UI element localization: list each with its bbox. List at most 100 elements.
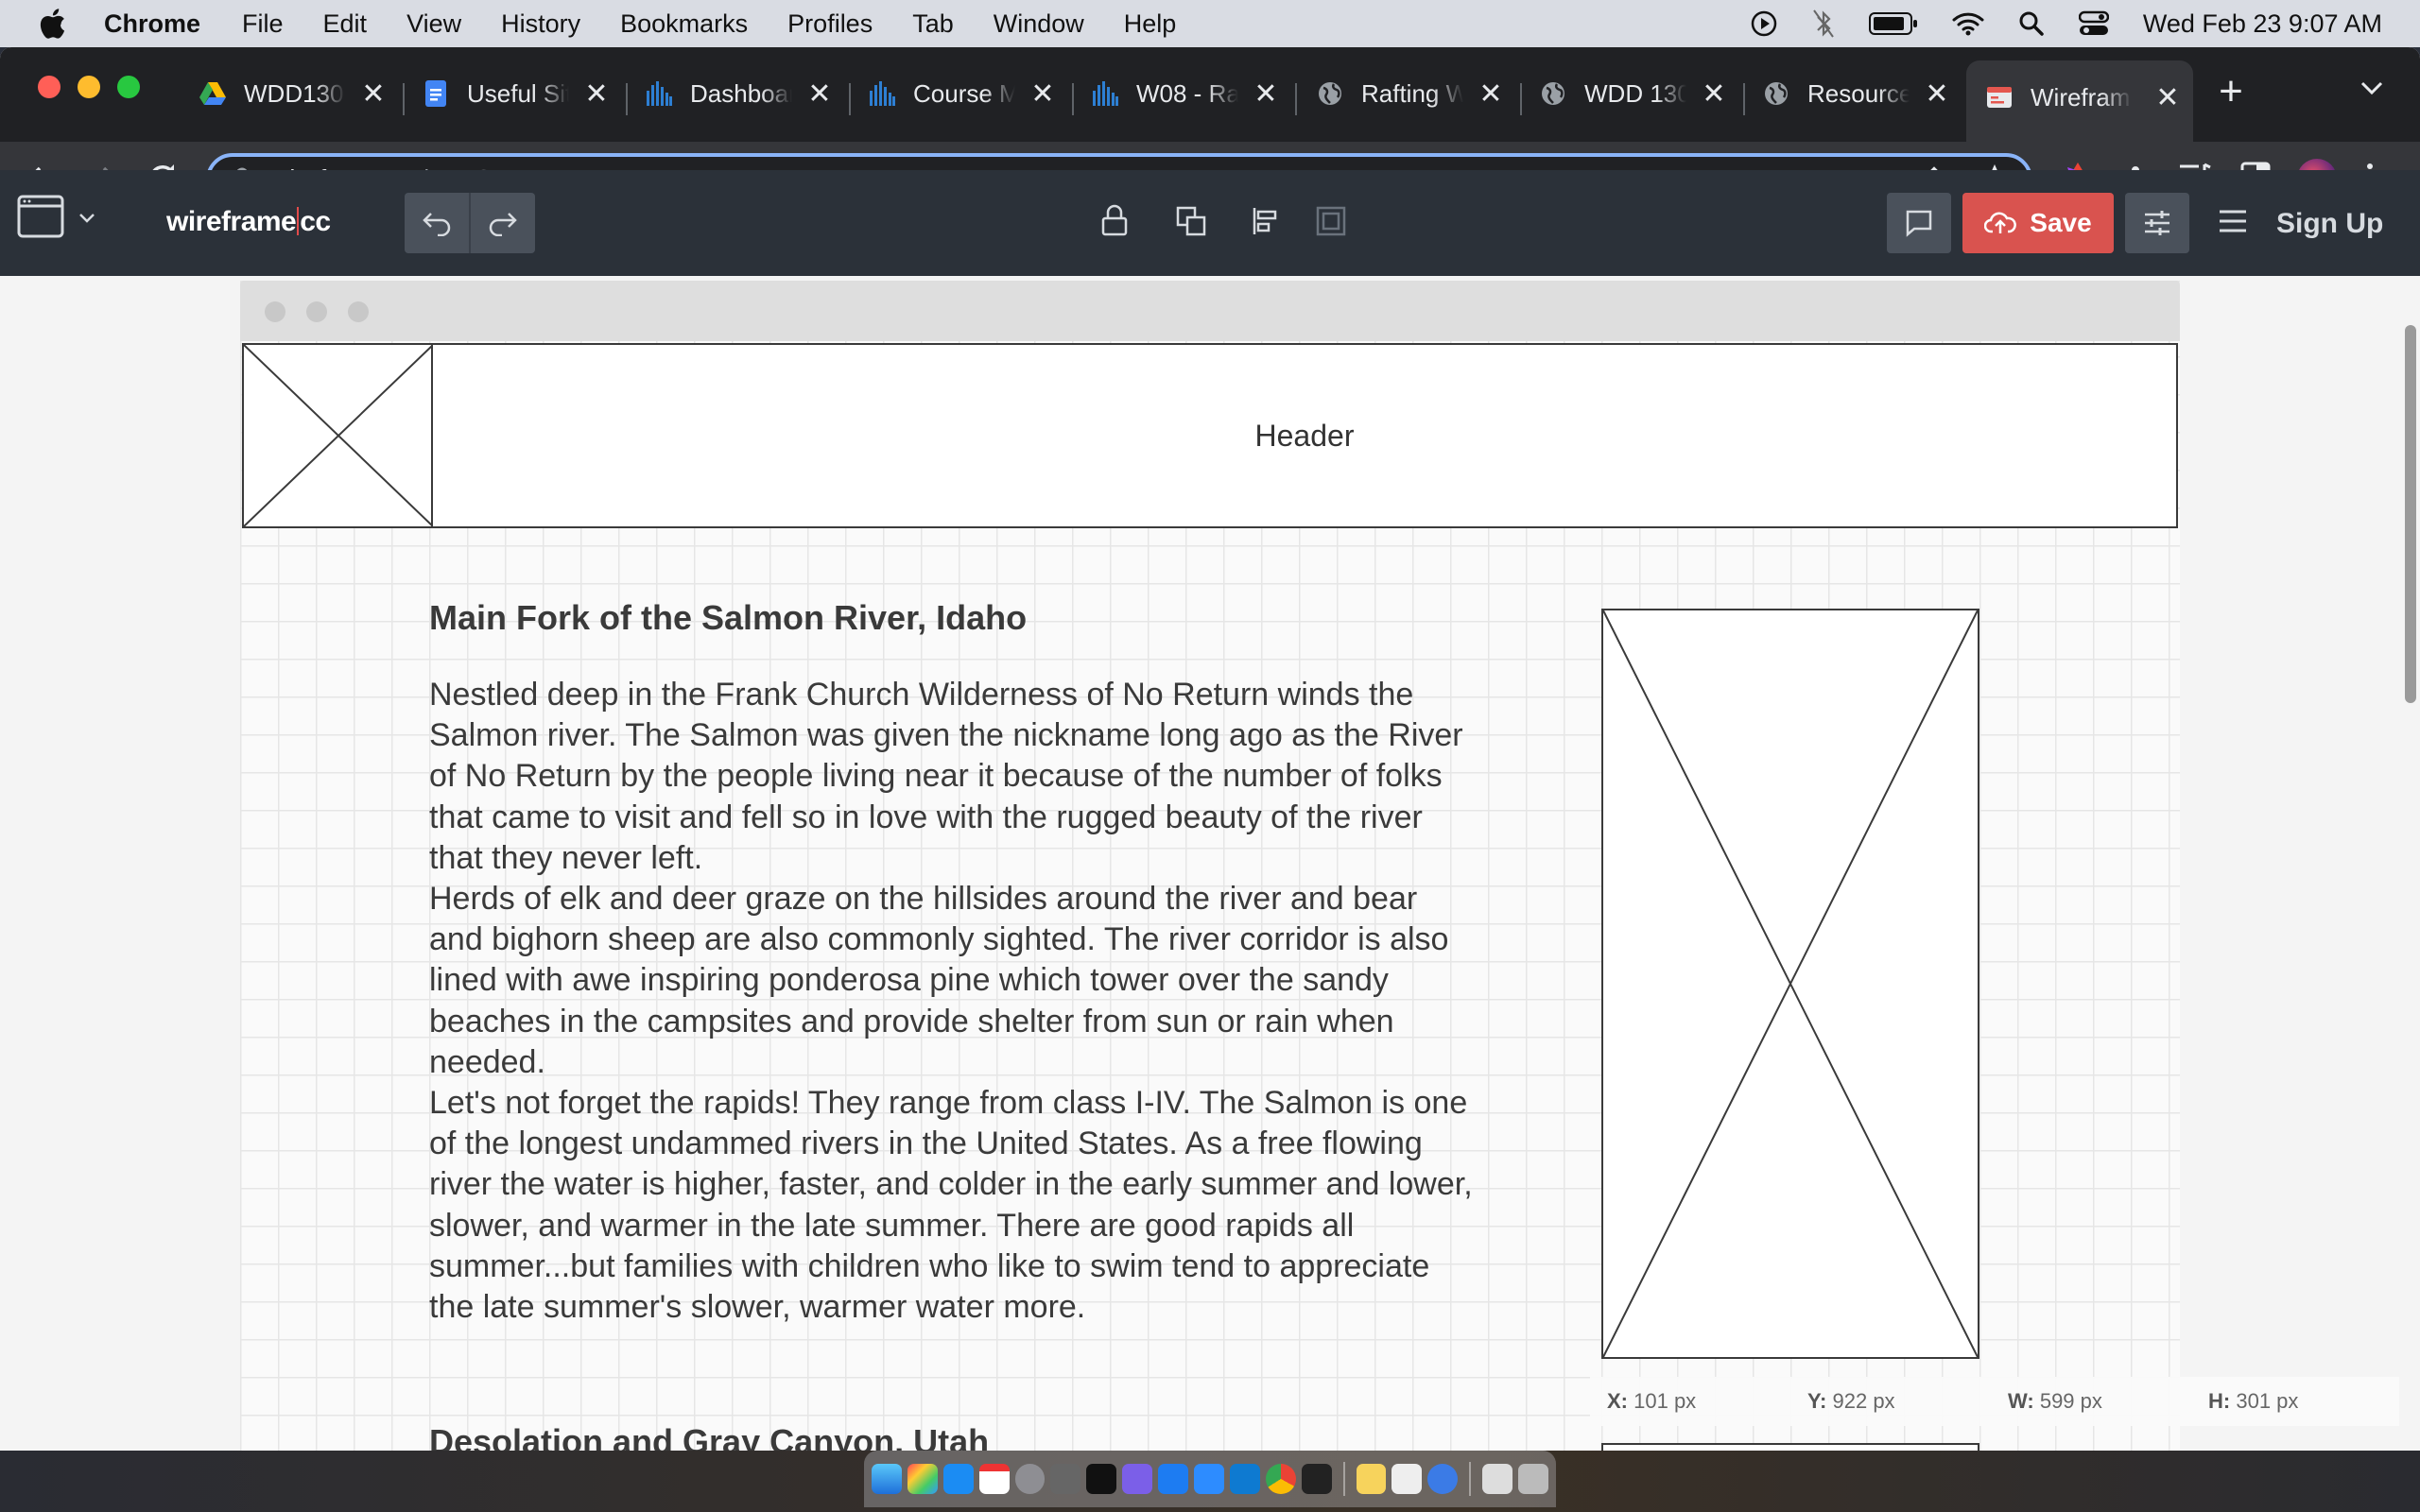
battery-icon[interactable]	[1868, 11, 1918, 36]
google-drive-icon	[199, 82, 226, 105]
app-store-icon[interactable]	[942, 1464, 974, 1494]
terminal-icon[interactable]	[1086, 1464, 1117, 1494]
macos-menu-bar: Chrome File Edit View History Bookmarks …	[0, 0, 2420, 47]
close-tab-icon[interactable]: ✕	[1700, 77, 1728, 111]
vertical-scrollbar[interactable]	[2405, 325, 2416, 703]
trash-icon[interactable]	[1518, 1464, 1549, 1494]
close-tab-icon[interactable]: ✕	[1923, 77, 1951, 111]
window-minimize-button[interactable]	[78, 76, 100, 98]
preview-icon[interactable]	[1427, 1464, 1459, 1494]
content-image-placeholder-2[interactable]	[1601, 1443, 1979, 1451]
header-box[interactable]: Header	[242, 343, 2178, 528]
github-desktop-icon[interactable]	[1301, 1464, 1332, 1494]
save-button[interactable]: Save	[1962, 193, 2114, 253]
wireframe-canvas[interactable]: Header Main Fork of the Salmon River, Id…	[0, 276, 2420, 1451]
wireframe-icon	[1987, 87, 2012, 108]
page-dot	[306, 301, 327, 322]
header-label: Header	[1254, 419, 1355, 453]
system-preferences-icon[interactable]	[1014, 1464, 1046, 1494]
finder-icon[interactable]	[872, 1464, 902, 1494]
menu-history[interactable]: History	[501, 9, 580, 39]
zoom-icon[interactable]	[1194, 1464, 1224, 1494]
hamburger-menu-icon[interactable]	[2218, 208, 2248, 234]
close-tab-icon[interactable]: ✕	[2153, 81, 2182, 114]
notes-icon[interactable]	[1356, 1464, 1387, 1494]
tab-wireframe-active[interactable]: Wirefram ✕	[1966, 60, 2193, 142]
close-tab-icon[interactable]: ✕	[1477, 77, 1505, 111]
chrome-dock-icon[interactable]	[1265, 1464, 1296, 1494]
tab-useful-sites[interactable]: Useful Sit ✕	[422, 64, 611, 123]
canvas-chart-icon	[1093, 81, 1118, 106]
globe-icon	[1319, 82, 1341, 105]
undo-button[interactable]	[405, 193, 471, 253]
menu-tab[interactable]: Tab	[912, 9, 954, 39]
browser-window: WDD130 ✕ Useful Sit ✕ Dashboar ✕ Course …	[0, 47, 2420, 1451]
undo-icon	[423, 213, 451, 236]
undo-redo-group	[405, 193, 535, 253]
menu-file[interactable]: File	[242, 9, 284, 39]
group-elements-icon[interactable]	[1316, 206, 1346, 236]
close-tab-icon[interactable]: ✕	[805, 77, 834, 111]
window-close-button[interactable]	[38, 76, 60, 98]
close-tab-icon[interactable]: ✕	[582, 77, 611, 111]
menu-app-name[interactable]: Chrome	[104, 9, 200, 39]
spotlight-search-icon[interactable]	[2018, 10, 2045, 37]
settings-sliders-button[interactable]	[2125, 193, 2189, 253]
apple-icon[interactable]	[38, 8, 66, 40]
align-left-icon[interactable]	[1252, 206, 1280, 236]
imovie-icon[interactable]	[1122, 1464, 1153, 1494]
tab-course-materials[interactable]: Course M ✕	[868, 64, 1057, 123]
comments-button[interactable]	[1887, 193, 1951, 253]
comment-icon	[1906, 210, 1932, 237]
lock-element-icon[interactable]	[1100, 204, 1129, 236]
calendar-icon[interactable]	[978, 1464, 1010, 1494]
close-tab-icon[interactable]: ✕	[359, 77, 388, 111]
menu-window[interactable]: Window	[994, 9, 1084, 39]
menu-edit[interactable]: Edit	[323, 9, 368, 39]
wireframe-logo[interactable]: wireframe cc	[166, 206, 331, 238]
content-image-placeholder[interactable]	[1601, 609, 1979, 1359]
canvas-chart-icon	[647, 81, 672, 106]
menubar-clock[interactable]: Wed Feb 23 9:07 AM	[2143, 9, 2382, 39]
section-title-2: Desolation and Gray Canyon, Utah	[429, 1422, 990, 1451]
tab-rafting[interactable]: Rafting W ✕	[1316, 64, 1505, 123]
close-tab-icon[interactable]: ✕	[1028, 77, 1057, 111]
launchpad-icon[interactable]	[907, 1464, 938, 1494]
selection-info-bar: X: 101 px Y: 922 px W: 599 px H: 301 px	[1590, 1377, 2399, 1426]
image-placeholder-cross-icon	[1602, 610, 1979, 1358]
menu-bookmarks[interactable]: Bookmarks	[620, 9, 748, 39]
menu-help[interactable]: Help	[1124, 9, 1177, 39]
wireframe-page[interactable]: Header Main Fork of the Salmon River, Id…	[240, 281, 2180, 1451]
wifi-icon[interactable]	[1952, 11, 1984, 36]
close-tab-icon[interactable]: ✕	[1252, 77, 1280, 111]
tab-wdd130[interactable]: WDD130 ✕	[199, 64, 388, 123]
media-play-icon[interactable]	[1750, 9, 1778, 38]
window-zoom-button[interactable]	[117, 76, 140, 98]
downloads-stack-icon[interactable]	[1482, 1464, 1513, 1494]
control-center-icon[interactable]	[2078, 10, 2109, 37]
bluetooth-off-icon[interactable]	[1812, 9, 1835, 39]
dock-separator	[1469, 1462, 1472, 1496]
tab-search-chevron-icon[interactable]	[2360, 79, 2384, 96]
tab-separator	[403, 83, 405, 115]
vscode-icon[interactable]	[1229, 1464, 1260, 1494]
tab-wdd-130[interactable]: WDD 130 ✕	[1539, 64, 1728, 123]
page-dot	[348, 301, 369, 322]
redo-button[interactable]	[471, 193, 535, 253]
arrange-layers-icon[interactable]	[1176, 206, 1206, 236]
tab-w08[interactable]: W08 - Ra ✕	[1091, 64, 1280, 123]
tab-separator	[626, 83, 628, 115]
sign-up-link[interactable]: Sign Up	[2276, 208, 2383, 240]
template-dropdown-chevron-icon[interactable]	[78, 212, 96, 225]
xcode-icon[interactable]	[1158, 1464, 1189, 1494]
menu-profiles[interactable]: Profiles	[787, 9, 873, 39]
tab-dashboard[interactable]: Dashboar ✕	[645, 64, 834, 123]
calculator-icon[interactable]	[1050, 1464, 1081, 1494]
browser-frame-template-icon[interactable]	[17, 195, 64, 238]
dock-separator	[1342, 1462, 1345, 1496]
textedit-icon[interactable]	[1392, 1464, 1423, 1494]
tab-resources[interactable]: Resource ✕	[1762, 64, 1951, 123]
new-tab-button[interactable]: +	[2212, 68, 2250, 115]
google-docs-icon	[425, 80, 446, 107]
menu-view[interactable]: View	[406, 9, 461, 39]
